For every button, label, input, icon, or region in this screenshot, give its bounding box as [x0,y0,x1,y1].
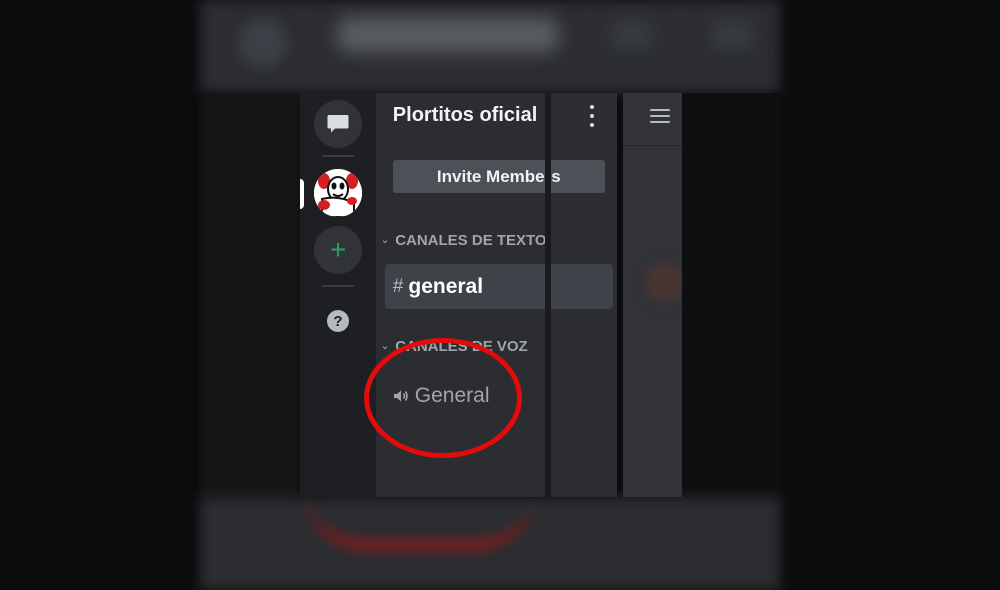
category-text-channels[interactable]: ⌄ CANALES DE TEXTO [381,232,547,249]
help-icon: ? [327,310,349,332]
server-title: Plortitos oficial [392,104,538,126]
channel-item-general-text[interactable]: # general [384,264,613,309]
chevron-down-icon: ⌄ [380,341,390,352]
server-avatar-button[interactable] [314,169,362,217]
blurred-right-strip [682,93,780,497]
add-server-button[interactable]: + [314,226,362,274]
server-rail: + ? [300,93,376,497]
category-label: CANALES DE TEXTO [395,232,547,249]
hash-icon: # [392,275,404,297]
invite-members-button[interactable]: Invite Members [392,160,605,193]
blurred-left-strip [200,93,300,497]
blurred-top-icon [712,20,752,50]
blurred-red-arc [305,490,535,550]
server-avatar-icon [314,169,362,217]
selected-server-pill [300,179,304,209]
help-button[interactable]: ? [314,297,362,345]
chat-panel-peek[interactable] [622,93,682,497]
chat-header-separator [622,145,682,146]
blurred-message-avatar [644,263,682,303]
chevron-down-icon: ⌄ [380,235,390,246]
direct-messages-button[interactable] [314,100,362,148]
red-highlight-circle [364,338,522,458]
blurred-top-title [338,18,558,52]
add-server-icon: + [329,234,347,265]
hamburger-menu-icon[interactable] [649,109,670,123]
rail-separator [322,285,354,287]
panel-divider [545,93,551,497]
blurred-top-avatar [238,18,288,68]
kebab-menu-icon[interactable] [587,105,597,127]
dm-chat-icon [327,115,349,133]
channel-name: general [408,274,484,298]
help-glyph: ? [333,312,343,330]
blurred-top-icon [612,20,652,50]
rail-separator [322,155,354,157]
